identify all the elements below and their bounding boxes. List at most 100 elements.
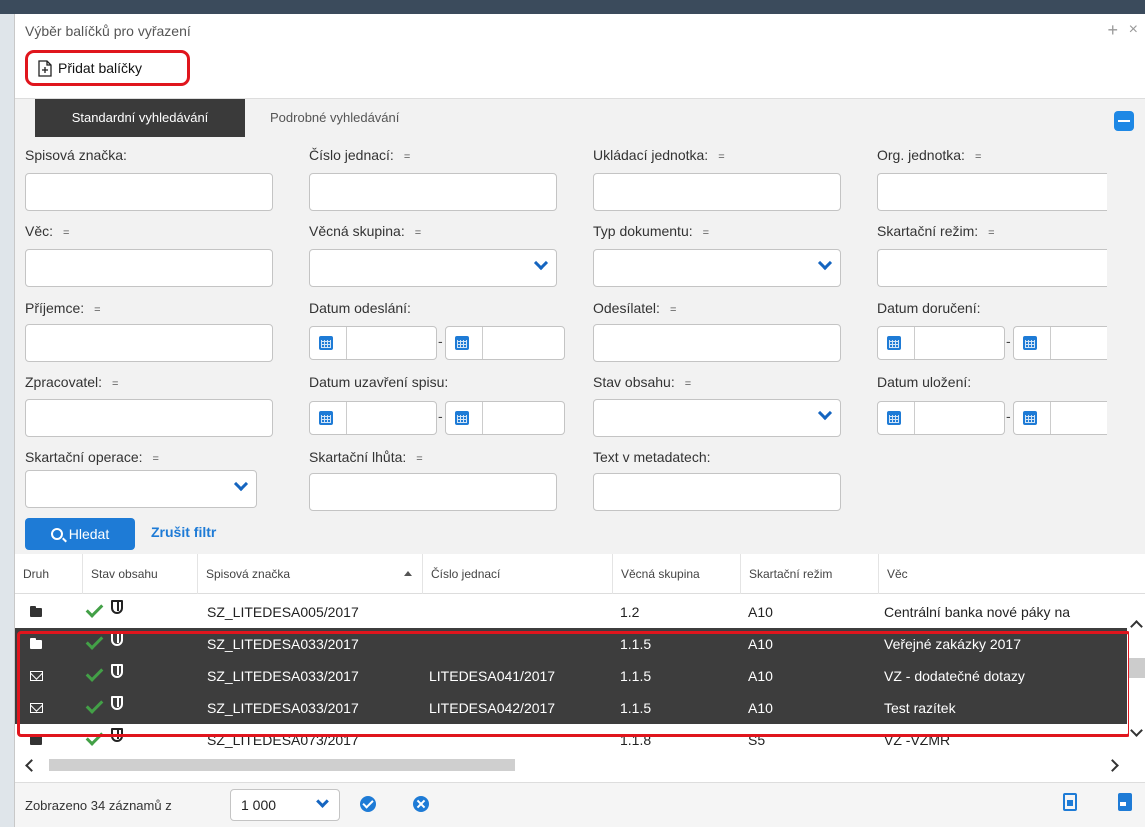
column-header-cislo-jednaci[interactable]: Číslo jednací [423, 554, 613, 594]
calendar-icon[interactable] [319, 336, 333, 350]
input-skartacni-lhuta[interactable] [309, 473, 557, 511]
filter-operator-icon[interactable]: = [63, 227, 69, 239]
chevron-down-icon [817, 255, 833, 271]
table-row[interactable]: SZ_LITEDESA005/2017 1.2 A10 Centrální banka… [15, 596, 1127, 628]
column-header-skartacni-rezim[interactable]: Skartační režim [741, 554, 879, 594]
tab-advanced-search[interactable]: Podrobné vyhledávání [270, 99, 399, 137]
input-prijemce[interactable] [25, 324, 273, 362]
scrollbar-thumb[interactable] [49, 759, 515, 771]
date-ulozeni-to[interactable] [1013, 401, 1107, 435]
select-skartacni-operace[interactable] [25, 470, 257, 508]
column-header-label: Spisová značka [206, 567, 291, 581]
check-icon [85, 600, 104, 618]
calendar-icon[interactable] [887, 411, 901, 425]
input-org-jednotka[interactable] [877, 173, 1107, 211]
column-header-stav-obsahu[interactable]: Stav obsahu [83, 554, 198, 594]
calendar-icon[interactable] [1023, 411, 1037, 425]
date-separator: - [1006, 408, 1011, 424]
input-zpracovatel[interactable] [25, 399, 273, 437]
input-odesilatel[interactable] [593, 324, 841, 362]
field-datum-odeslani: Datum odeslání: [309, 300, 411, 316]
add-packages-label: Přidat balíčky [58, 60, 143, 76]
calendar-icon[interactable] [319, 411, 333, 425]
shield-icon [111, 664, 123, 678]
scrollbar-thumb[interactable] [1129, 658, 1145, 678]
column-header-vecna-skupina[interactable]: Věcná skupina [613, 554, 741, 594]
filter-operator-icon[interactable]: = [685, 378, 691, 390]
label-typ-dokumentu: Typ dokumentu: [593, 223, 693, 239]
filter-operator-icon[interactable]: = [112, 378, 118, 390]
export-pdf-icon[interactable] [1118, 793, 1132, 811]
column-header-druh[interactable]: Druh [15, 554, 83, 594]
scroll-up-icon[interactable] [1130, 620, 1143, 633]
calendar-icon[interactable] [1023, 336, 1037, 350]
date-ulozeni-from[interactable] [877, 401, 1005, 435]
input-spisova-znacka[interactable] [25, 173, 273, 211]
collapse-filter-button[interactable] [1114, 111, 1134, 131]
cell-vec: VZ -VZMR [884, 732, 951, 748]
filter-operator-icon[interactable]: = [94, 304, 100, 316]
column-header-vec[interactable]: Věc [879, 554, 1145, 594]
table-row[interactable]: SZ_LITEDESA033/2017 1.1.5 A10 Veřejné zakáz… [15, 628, 1127, 660]
date-uzavreni-from[interactable] [309, 401, 437, 435]
export-excel-icon[interactable] [1063, 793, 1077, 811]
cell-vec: Veřejné zakázky 2017 [884, 636, 1021, 652]
input-ukladaci-jednotka[interactable] [593, 173, 841, 211]
tab-standard-search[interactable]: Standardní vyhledávání [35, 99, 245, 137]
date-separator: - [438, 408, 443, 424]
search-button[interactable]: Hledat [25, 518, 135, 550]
calendar-icon[interactable] [455, 411, 469, 425]
filter-operator-icon[interactable]: = [975, 151, 981, 163]
close-icon[interactable]: × [1129, 21, 1138, 39]
sort-ascending-icon [404, 571, 412, 576]
filter-operator-icon[interactable]: = [415, 227, 421, 239]
filter-operator-icon[interactable]: = [703, 227, 709, 239]
table-row[interactable]: SZ_LITEDESA033/2017 LITEDESA041/2017 1.1.5… [15, 660, 1127, 692]
table-row[interactable]: SZ_LITEDESA073/2017 1.1.8 S5 VZ -VZMR [15, 724, 1127, 756]
input-text-v-metadatech[interactable] [593, 473, 841, 511]
cell-skartacni-rezim: S5 [748, 732, 766, 748]
horizontal-scrollbar[interactable] [15, 756, 1127, 774]
select-typ-dokumentu[interactable] [593, 249, 841, 287]
date-doruceni-to[interactable] [1013, 326, 1107, 360]
filter-operator-icon[interactable]: = [988, 227, 994, 239]
date-odeslani-to[interactable] [445, 326, 565, 360]
filter-operator-icon[interactable]: = [416, 453, 422, 465]
label-skartacni-rezim: Skartační režim: [877, 223, 979, 239]
date-uzavreni-to[interactable] [445, 401, 565, 435]
cancel-icon[interactable] [413, 796, 429, 812]
background-header [0, 0, 1145, 14]
filter-operator-icon[interactable]: = [718, 151, 724, 163]
confirm-icon[interactable] [360, 796, 376, 812]
label-skartacni-operace: Skartační operace: [25, 449, 143, 465]
label-org-jednotka: Org. jednotka: [877, 147, 965, 163]
add-packages-button[interactable]: Přidat balíčky [25, 50, 190, 86]
filter-operator-icon[interactable]: = [670, 304, 676, 316]
table-row[interactable]: SZ_LITEDESA033/2017 LITEDESA042/2017 1.1.5… [15, 692, 1127, 724]
input-vec[interactable] [25, 249, 273, 287]
filter-operator-icon[interactable]: = [404, 151, 410, 163]
scroll-down-icon[interactable] [1130, 724, 1143, 737]
input-cislo-jednaci[interactable] [309, 173, 557, 211]
check-icon [85, 632, 104, 650]
label-text-v-metadatech: Text v metadatech: [593, 449, 711, 465]
scroll-left-icon[interactable] [25, 759, 38, 772]
calendar-icon[interactable] [455, 336, 469, 350]
label-datum-ulozeni: Datum uložení: [877, 374, 972, 390]
filter-operator-icon[interactable]: = [153, 453, 159, 465]
reset-filter-link[interactable]: Zrušit filtr [151, 524, 216, 540]
page-size-select[interactable]: 1 000 [230, 789, 340, 821]
calendar-icon[interactable] [887, 336, 901, 350]
column-header-spisova-znacka[interactable]: Spisová značka [198, 554, 423, 594]
check-icon [85, 696, 104, 714]
maximize-icon[interactable]: + [1107, 20, 1118, 41]
scroll-right-icon[interactable] [1106, 759, 1119, 772]
vertical-scrollbar[interactable] [1129, 616, 1145, 756]
cell-skartacni-rezim: A10 [748, 604, 773, 620]
input-skartacni-rezim[interactable] [877, 249, 1107, 287]
date-odeslani-from[interactable] [309, 326, 437, 360]
select-stav-obsahu[interactable] [593, 399, 841, 437]
date-doruceni-from[interactable] [877, 326, 1005, 360]
date-separator: - [438, 333, 443, 349]
select-vecna-skupina[interactable] [309, 249, 557, 287]
